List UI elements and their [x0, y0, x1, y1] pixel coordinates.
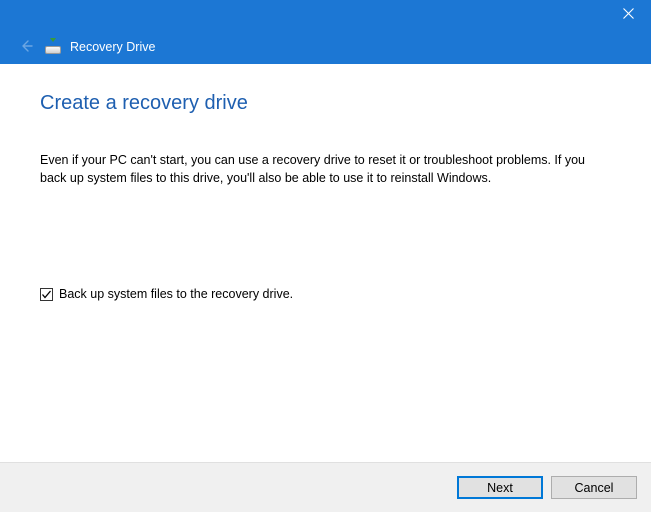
close-icon	[623, 6, 634, 24]
checkbox-box	[40, 288, 53, 301]
titlebar	[0, 0, 651, 30]
checkbox-label: Back up system files to the recovery dri…	[59, 287, 293, 301]
page-title: Create a recovery drive	[40, 92, 611, 115]
checkmark-icon	[41, 289, 52, 300]
next-button[interactable]: Next	[457, 476, 543, 499]
cancel-button[interactable]: Cancel	[551, 476, 637, 499]
wizard-content: Create a recovery drive Even if your PC …	[0, 64, 651, 462]
backup-system-files-checkbox[interactable]: Back up system files to the recovery dri…	[40, 287, 611, 301]
back-button	[16, 37, 36, 57]
header-title: Recovery Drive	[70, 40, 155, 54]
close-button[interactable]	[606, 0, 651, 30]
wizard-header: Recovery Drive	[0, 30, 651, 64]
wizard-footer: Next Cancel	[0, 462, 651, 512]
back-arrow-icon	[19, 39, 33, 56]
recovery-drive-icon	[45, 40, 63, 54]
page-description: Even if your PC can't start, you can use…	[40, 151, 611, 187]
